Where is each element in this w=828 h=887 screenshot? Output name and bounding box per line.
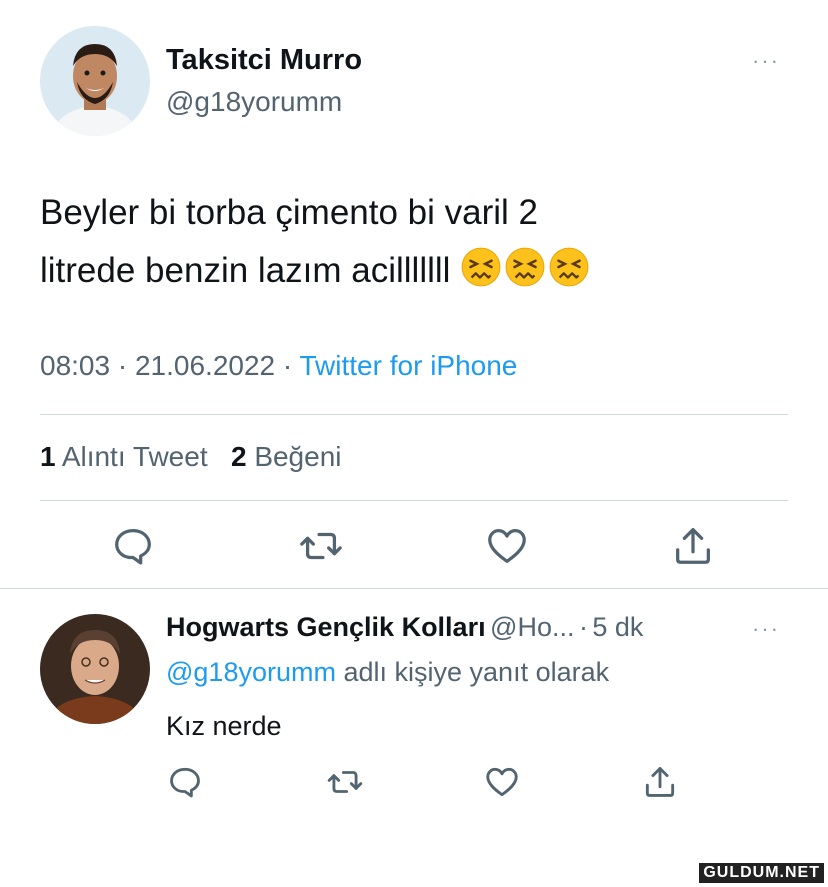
reply-more-options-icon[interactable]: ··· [752, 616, 780, 642]
like-count: 2 [230, 441, 247, 472]
like-button[interactable] [484, 523, 530, 574]
tweet-text: Beyler bi torba çimento bi varil 2 litre… [40, 184, 800, 300]
like-icon [488, 529, 526, 563]
quote-count: 1 [40, 441, 56, 472]
divider [0, 588, 828, 589]
like-label: Beğeni [254, 441, 342, 472]
confounded-face-emoji-icon [461, 247, 501, 287]
author-avatar-image [40, 26, 150, 136]
author-handle[interactable]: @g18yorumm [166, 86, 342, 118]
tweet-meta: 08:03 · 21.06.2022 · Twitter for iPhone [40, 350, 517, 382]
replying-to: @g18yorumm adlı kişiye yanıt olarak [166, 657, 609, 688]
replying-to-handle[interactable]: @g18yorumm [166, 657, 336, 687]
reply-icon [170, 767, 200, 798]
confounded-face-emoji-icon [549, 247, 589, 287]
retweet-icon [327, 771, 363, 793]
reply-reply-button[interactable] [166, 763, 204, 806]
quote-label: Alıntı Tweet [61, 441, 208, 472]
share-icon [645, 767, 675, 797]
reply-header: Hogwarts Gençlik Kolları @Ho... · 5 dk [166, 612, 643, 643]
reply-like-button[interactable] [483, 763, 521, 806]
retweet-button[interactable] [298, 523, 344, 574]
reply-author-name[interactable]: Hogwarts Gençlik Kolları [166, 612, 486, 642]
tweet-text-line-1: Beyler bi torba çimento bi varil 2 [40, 193, 538, 232]
share-button[interactable] [670, 523, 716, 574]
reply-text: Kız nerde [166, 711, 282, 741]
reply-button[interactable] [110, 523, 156, 574]
reply-author-avatar-image [40, 614, 150, 724]
reply-retweet-button[interactable] [326, 763, 364, 806]
tweet-text-line-2: litrede benzin lazım acilllllll [40, 242, 800, 300]
meta-separator: · [117, 350, 128, 381]
tweet-stats: 1 Alıntı Tweet 2 Beğeni [40, 441, 342, 473]
quote-tweets-link[interactable]: 1 Alıntı Tweet [40, 441, 208, 472]
reply-author-handle[interactable]: @Ho... [490, 612, 574, 642]
replying-to-suffix: adlı kişiye yanıt olarak [343, 657, 610, 687]
divider [40, 500, 788, 501]
author-name[interactable]: Taksitci Murro [166, 44, 362, 77]
likes-link[interactable]: 2 Beğeni [231, 441, 342, 472]
retweet-icon [300, 532, 342, 560]
like-icon [486, 767, 518, 797]
tweet-source-link[interactable]: Twitter for iPhone [300, 350, 518, 381]
meta-separator: · [578, 612, 588, 642]
tweet-date[interactable]: 21.06.2022 [135, 350, 275, 381]
meta-separator: · [282, 350, 293, 381]
tweet-text-line-2-text: litrede benzin lazım acilllllll [40, 251, 451, 290]
reply-icon [115, 529, 151, 565]
watermark: GULDUM.NET [699, 863, 824, 883]
more-options-icon[interactable]: ··· [752, 48, 780, 74]
reply-time[interactable]: 5 dk [592, 612, 643, 642]
author-avatar[interactable] [40, 26, 150, 136]
reply-author-avatar[interactable] [40, 614, 150, 724]
tweet-time[interactable]: 08:03 [40, 350, 110, 381]
divider [40, 414, 788, 415]
share-icon [676, 528, 710, 564]
reply-share-button[interactable] [641, 763, 679, 806]
confounded-face-emoji-icon [505, 247, 545, 287]
